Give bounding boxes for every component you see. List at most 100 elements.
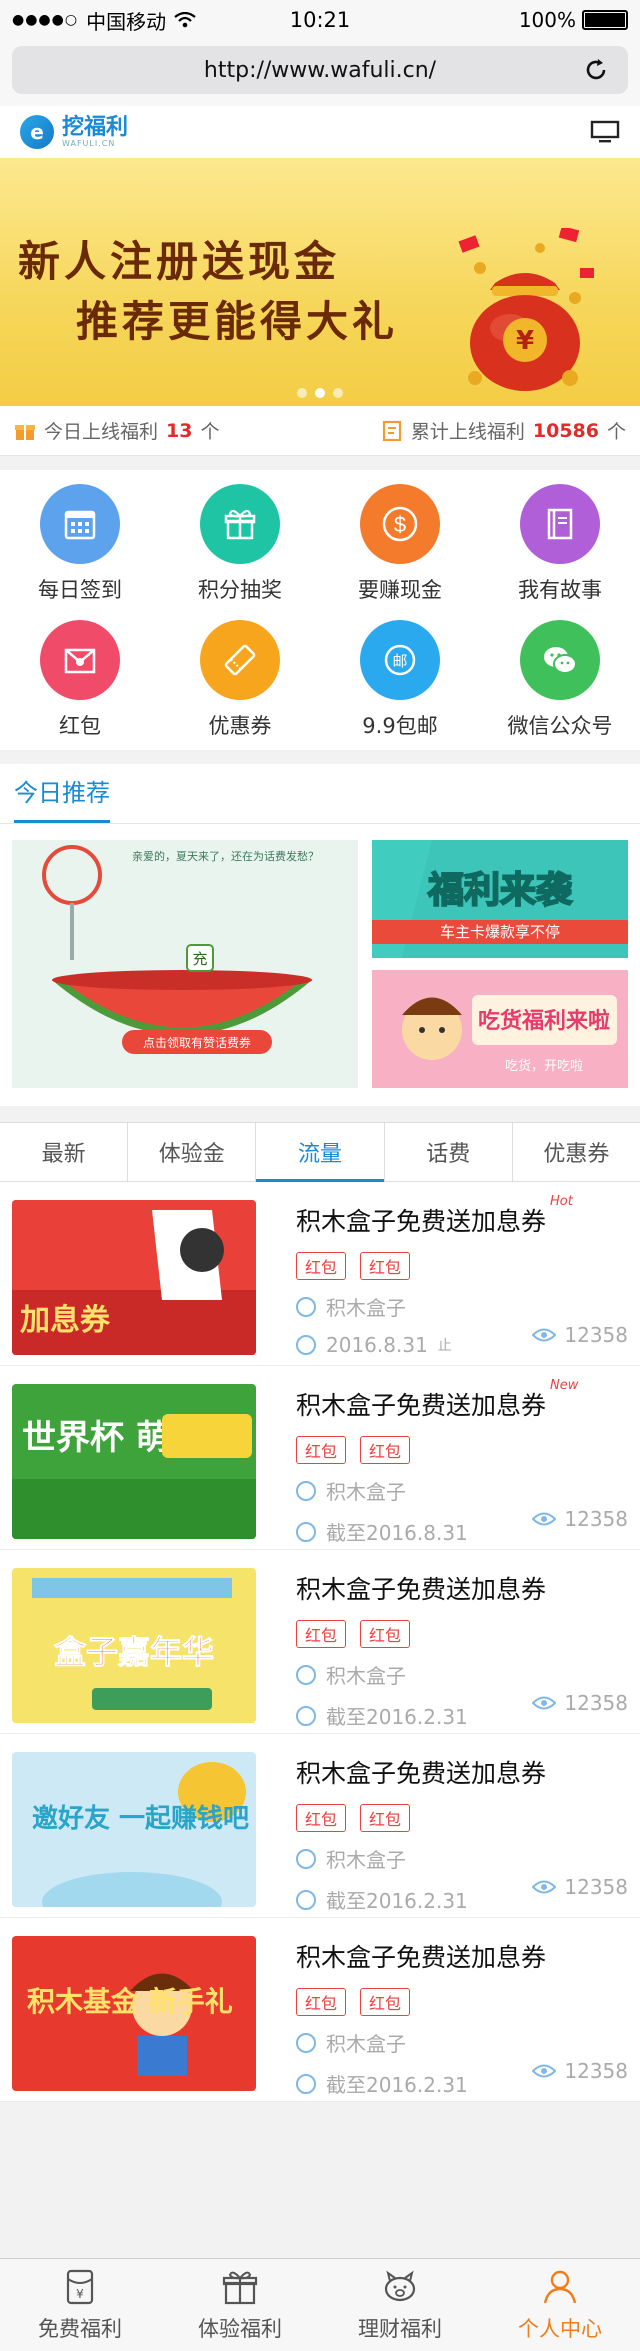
grid-label: 红包	[59, 714, 101, 738]
list-item[interactable]: 世界杯 萌动 积木盒子免费送加息券 New 红包 红包 积木盒子 截至2016.8.…	[0, 1366, 640, 1550]
url-field[interactable]: http://www.wafuli.cn/	[12, 46, 628, 94]
wechat-icon	[520, 620, 600, 700]
doc-small-icon	[382, 420, 401, 441]
reload-icon[interactable]	[582, 56, 610, 84]
grid-item-redpacket[interactable]: 红包	[0, 620, 160, 740]
tag: 红包	[296, 1620, 347, 1648]
gift-box-icon	[222, 2271, 258, 2305]
svg-text:邮: 邮	[392, 652, 407, 670]
list-source: 积木盒子	[326, 1664, 406, 1688]
tab-coupon[interactable]: 优惠券	[513, 1123, 640, 1181]
nav-finance-welfare[interactable]: 理财福利	[320, 2259, 480, 2351]
list-title: 积木盒子免费送加息券	[296, 1391, 547, 1420]
foodie-title: 吃货福利来啦	[478, 1008, 610, 1034]
list-source: 积木盒子	[326, 2032, 406, 2056]
tab-latest[interactable]: 最新	[0, 1123, 129, 1181]
view-count: 12358	[532, 1507, 628, 1531]
tag: 红包	[360, 1804, 411, 1832]
clock: 10:21	[289, 8, 351, 32]
foodie-banner-art: 吃货福利来啦 吃货，开吃啦	[372, 970, 628, 1088]
stats-bar: 今日上线福利 13 个 累计上线福利 10586 个	[0, 406, 640, 456]
thumb-text: 邀好友 一起赚钱吧	[32, 1804, 249, 1834]
list-item[interactable]: 盒子嘉年华 积木盒子免费送加息券 红包 红包 积木盒子 截至2016.2.31 1…	[0, 1550, 640, 1734]
today-unit: 个	[200, 421, 220, 443]
carousel-dot-active[interactable]	[315, 388, 325, 398]
hot-flag: Hot	[550, 1194, 573, 1209]
today-count: 13	[166, 419, 193, 442]
list-thumbnail: 世界杯 萌动	[12, 1384, 256, 1539]
list-title: 积木盒子免费送加息券	[296, 1575, 547, 1604]
desktop-view-icon[interactable]	[590, 120, 620, 144]
svg-text:$: $	[394, 512, 406, 537]
logo-subtext: WAFULI.CN	[62, 138, 116, 148]
thumb-text: 加息券	[20, 1303, 111, 1338]
tag: 红包	[360, 1988, 411, 2016]
recommend-big-button[interactable]: 点击领取有赞话费券	[143, 1035, 251, 1050]
gift-icon	[200, 484, 280, 564]
grid-label: 每日签到	[38, 578, 122, 602]
eye-icon	[532, 2064, 557, 2078]
piggy-bank-icon	[384, 2270, 416, 2302]
tag: 红包	[360, 1620, 411, 1648]
total-count: 10586	[532, 419, 599, 442]
watermelon-illustration: 充 点击领取有赞话费券 亲爱的，夏天来了，还在为话费发愁？	[12, 840, 358, 1088]
recommend-card-welfare[interactable]: 福利来袭 车主卡爆款享不停	[372, 840, 628, 958]
list-date: 截至2016.8.31	[326, 1521, 468, 1545]
grid-label: 我有故事	[518, 578, 602, 602]
list-info: 积木盒子免费送加息券 红包 红包 积木盒子 截至2016.2.31 12358	[256, 1936, 628, 2101]
grid-item-cash[interactable]: $ 要赚现金	[320, 484, 480, 604]
clock-icon	[296, 1521, 316, 1542]
grid-item-checkin[interactable]: 每日签到	[0, 484, 160, 604]
today-stat: 今日上线福利 13 个	[14, 417, 219, 444]
grid-item-story[interactable]: 我有故事	[480, 484, 640, 604]
nav-label: 理财福利	[358, 2317, 442, 2341]
list-info: 积木盒子免费送加息券 红包 红包 积木盒子 截至2016.2.31 12358	[256, 1568, 628, 1733]
list-item[interactable]: 邀好友 一起赚钱吧 积木盒子免费送加息券 红包 红包 积木盒子 截至2016.2.…	[0, 1734, 640, 1918]
site-logo[interactable]: e 挖福利 WAFULI.CN	[20, 115, 128, 149]
grid-item-lottery[interactable]: 积分抽奖	[160, 484, 320, 604]
views-number: 12358	[564, 1691, 628, 1715]
promo-banner[interactable]: 新人注册送现金 推荐更能得大礼 ¥	[0, 158, 640, 406]
envelope-icon	[40, 620, 120, 700]
tab-phone-credit[interactable]: 话费	[385, 1123, 513, 1181]
nav-personal-center[interactable]: 个人中心	[480, 2259, 640, 2351]
clock-icon	[296, 2073, 316, 2094]
source-icon	[296, 1848, 316, 1869]
carousel-dot[interactable]	[297, 388, 307, 398]
yuan-bag-icon: ¥	[66, 2269, 94, 2305]
thumb-text: 积木基金 新手礼	[27, 1985, 233, 2018]
money-bag-icon: ¥	[458, 228, 594, 391]
list-info: 积木盒子免费送加息券 Hot 红包 红包 积木盒子 2016.8.31 止 12358	[256, 1194, 628, 1365]
ticket-icon	[200, 620, 280, 700]
list-item[interactable]: 积木基金 新手礼 积木盒子免费送加息券 红包 红包 积木盒子 截至2016.2.3…	[0, 1918, 640, 2102]
nav-free-welfare[interactable]: ¥ 免费福利	[0, 2259, 160, 2351]
list-thumbnail: 积木基金 新手礼	[12, 1936, 256, 2091]
tab-data-traffic[interactable]: 流量	[256, 1123, 385, 1182]
nav-label: 免费福利	[38, 2317, 122, 2341]
grid-item-coupon[interactable]: 优惠券	[160, 620, 320, 740]
grid-item-freeship[interactable]: 邮 9.9包邮	[320, 620, 480, 740]
nav-label: 体验福利	[198, 2317, 282, 2341]
list-title: 积木盒子免费送加息券	[296, 1207, 547, 1236]
list-date: 截至2016.2.31	[326, 1705, 468, 1729]
logo-mark-icon: e	[20, 115, 54, 149]
grid-item-wechat[interactable]: 微信公众号	[480, 620, 640, 740]
grid-label: 优惠券	[208, 714, 272, 738]
recommend-card-foodie[interactable]: 吃货福利来啦 吃货，开吃啦	[372, 970, 628, 1088]
tab-trial-gold[interactable]: 体验金	[128, 1123, 257, 1181]
clock-icon	[296, 1335, 316, 1355]
source-icon	[296, 1480, 316, 1501]
list-info: 积木盒子免费送加息券 New 红包 红包 积木盒子 截至2016.8.31 1235…	[256, 1378, 628, 1549]
grid-label: 9.9包邮	[362, 714, 438, 738]
recommend-header: 今日推荐	[0, 764, 640, 824]
logo-text: 挖福利	[62, 114, 129, 140]
carousel-dot[interactable]	[333, 388, 343, 398]
nav-trial-welfare[interactable]: 体验福利	[160, 2259, 320, 2351]
total-stat: 累计上线福利 10586 个	[381, 417, 626, 444]
recommend-big-card[interactable]: 充 点击领取有赞话费券 亲爱的，夏天来了，还在为话费发愁？	[12, 840, 358, 1088]
list-info: 积木盒子免费送加息券 红包 红包 积木盒子 截至2016.2.31 12358	[256, 1752, 628, 1917]
list-date: 截至2016.2.31	[326, 1889, 468, 1913]
list-date: 2016.8.31	[326, 1333, 428, 1357]
list-item[interactable]: 加息券 积木盒子免费送加息券 Hot 红包 红包 积木盒子 2016.8.31 止 1…	[0, 1182, 640, 1366]
bottom-nav: ¥ 免费福利 体验福利 理财福利 个人中心	[0, 2258, 640, 2351]
